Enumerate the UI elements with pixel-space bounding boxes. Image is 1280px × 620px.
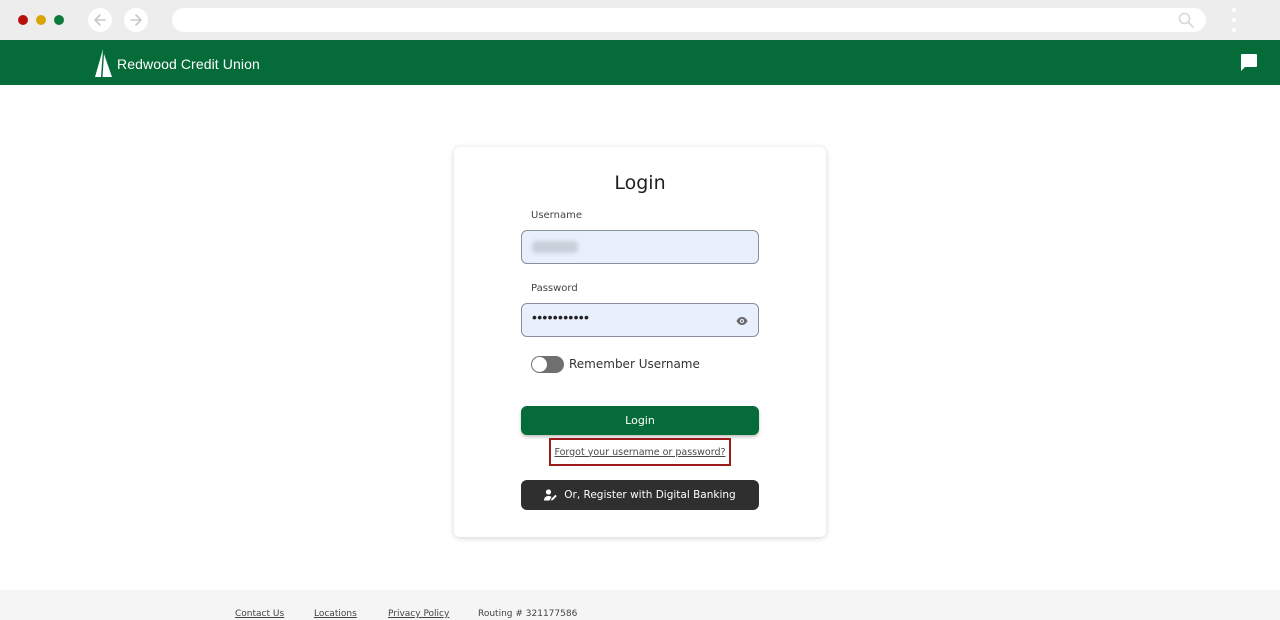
footer-locations-link[interactable]: Locations: [314, 609, 357, 619]
password-value: •••••••••••: [532, 309, 590, 325]
back-button[interactable]: [88, 8, 112, 32]
login-card: Login Username Password ••••••••••• Reme…: [454, 147, 826, 537]
user-edit-icon: [544, 489, 558, 501]
site-header: Redwood Credit Union: [0, 40, 1280, 85]
window-minimize-button[interactable]: [36, 15, 46, 25]
show-password-eye-icon[interactable]: [736, 316, 748, 326]
forgot-credentials-link[interactable]: Forgot your username or password?: [554, 447, 725, 458]
brand-logo[interactable]: Redwood Credit Union: [94, 48, 260, 78]
register-button[interactable]: Or, Register with Digital Banking: [521, 480, 759, 510]
password-label: Password: [531, 283, 578, 294]
window-close-button[interactable]: [18, 15, 28, 25]
address-bar[interactable]: [172, 8, 1206, 32]
forgot-link-highlight: Forgot your username or password?: [549, 438, 731, 466]
username-label: Username: [531, 210, 582, 221]
forward-button[interactable]: [124, 8, 148, 32]
footer-contact-link[interactable]: Contact Us: [235, 609, 284, 619]
toggle-knob: [532, 357, 547, 372]
username-input[interactable]: [521, 230, 759, 264]
brand-name: Redwood Credit Union: [117, 56, 260, 72]
footer-privacy-link[interactable]: Privacy Policy: [388, 609, 449, 619]
window-zoom-button[interactable]: [54, 15, 64, 25]
login-button[interactable]: Login: [521, 406, 759, 435]
username-value-redacted: [532, 241, 578, 253]
footer-routing-number: Routing # 321177586: [478, 609, 578, 619]
search-icon: [1178, 12, 1194, 28]
password-input[interactable]: •••••••••••: [521, 303, 759, 337]
browser-toolbar: [0, 0, 1280, 40]
remember-username-label: Remember Username: [569, 357, 700, 371]
login-title: Login: [614, 172, 666, 194]
forward-arrow-icon: [130, 14, 142, 26]
chat-icon[interactable]: [1239, 53, 1258, 72]
remember-username-toggle[interactable]: [531, 356, 564, 373]
tree-logo-icon: [95, 49, 112, 77]
register-button-label: Or, Register with Digital Banking: [564, 489, 736, 501]
kebab-menu-icon[interactable]: [1230, 8, 1238, 32]
site-footer: Contact Us Locations Privacy Policy Rout…: [0, 590, 1280, 620]
back-arrow-icon: [94, 14, 106, 26]
